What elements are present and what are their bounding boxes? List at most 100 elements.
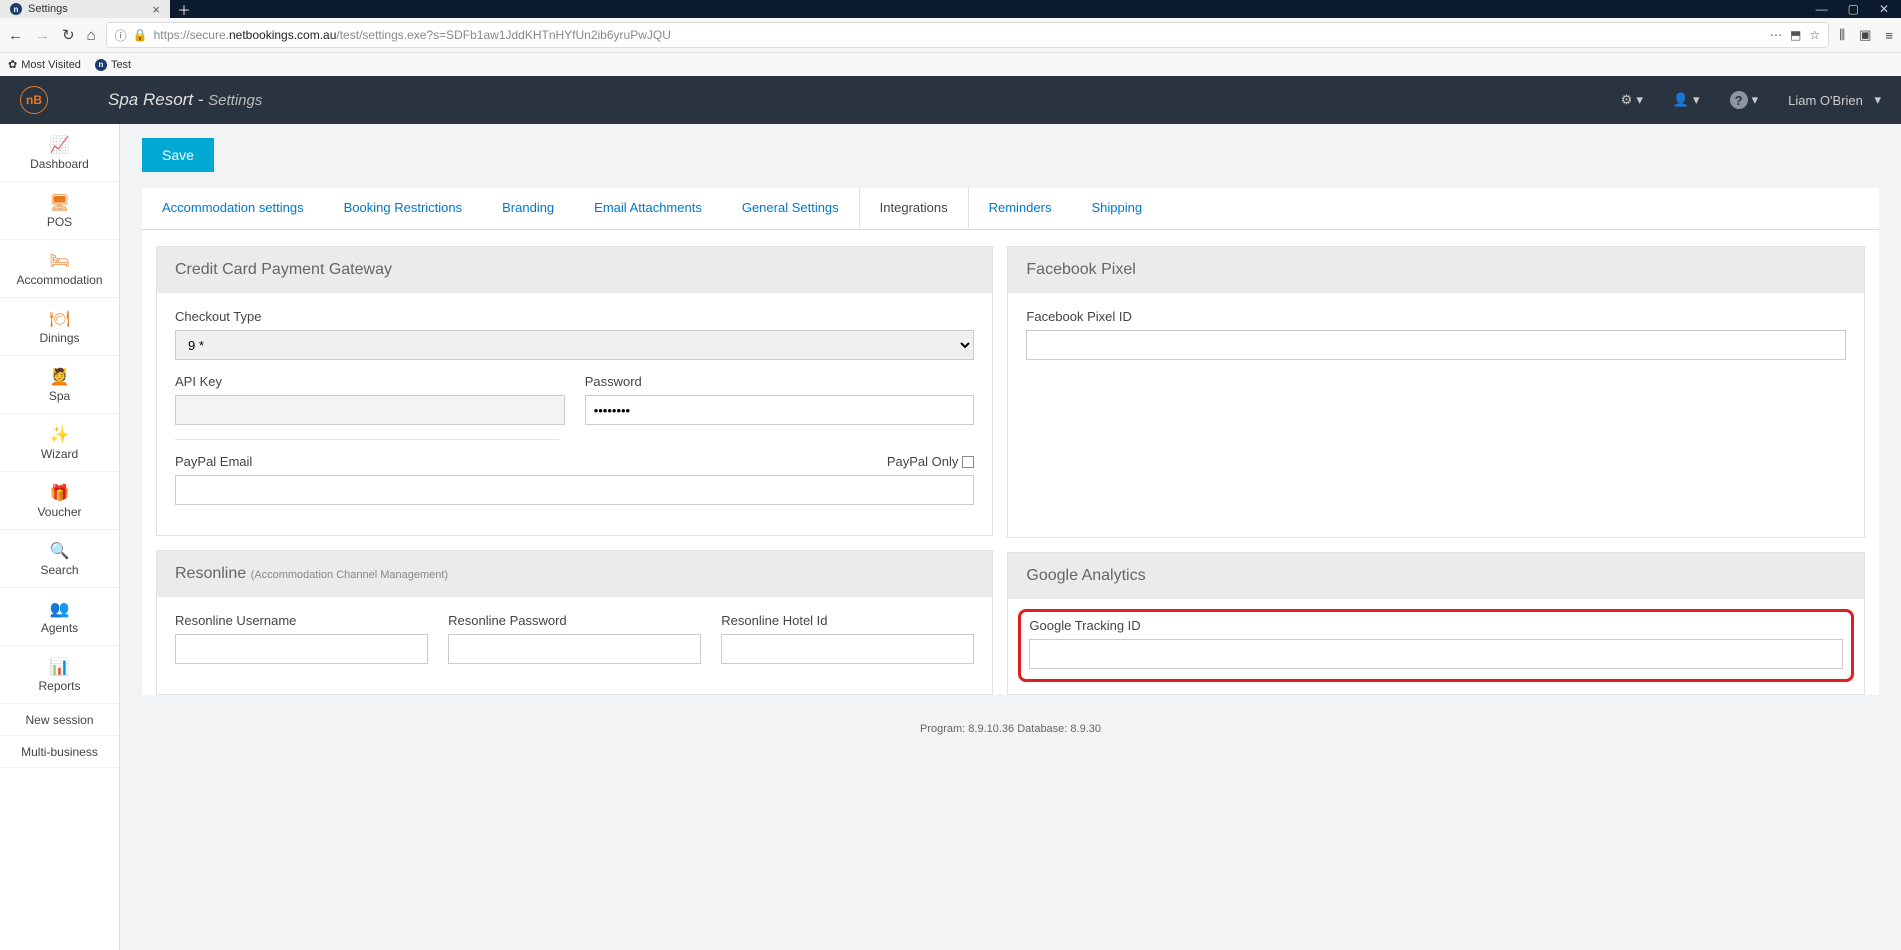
home-icon[interactable]: ⌂ bbox=[87, 27, 96, 44]
paypal-email-input[interactable] bbox=[175, 475, 974, 505]
main-content: Save Accommodation settings Booking Rest… bbox=[120, 124, 1901, 950]
resonline-username-label: Resonline Username bbox=[175, 613, 428, 628]
google-tracking-id-label: Google Tracking ID bbox=[1029, 618, 1843, 633]
resonline-password-input[interactable] bbox=[448, 634, 701, 664]
bookmark-favicon-icon: n bbox=[95, 59, 107, 71]
pocket-icon[interactable]: ⬒ bbox=[1790, 28, 1801, 42]
back-icon[interactable]: ← bbox=[8, 27, 23, 44]
minimize-icon[interactable]: — bbox=[1816, 2, 1828, 16]
sidebar-item-agents[interactable]: 👥Agents bbox=[0, 588, 119, 646]
chevron-down-icon: ▾ bbox=[1752, 92, 1759, 108]
gauge-icon: 📈 bbox=[50, 135, 70, 155]
forward-icon[interactable]: → bbox=[35, 27, 50, 44]
panel-title: Facebook Pixel bbox=[1008, 247, 1864, 293]
tab-close-icon[interactable]: × bbox=[152, 2, 160, 17]
tab-branding[interactable]: Branding bbox=[482, 188, 574, 229]
reload-icon[interactable]: ↻ bbox=[62, 26, 75, 44]
tab-shipping[interactable]: Shipping bbox=[1071, 188, 1162, 229]
paypal-email-label: PayPal Email bbox=[175, 454, 252, 469]
panel-title: Resonline (Accommodation Channel Managem… bbox=[157, 551, 992, 597]
maximize-icon[interactable]: ▢ bbox=[1848, 2, 1859, 16]
bookmarks-bar: ✿ Most Visited n Test bbox=[0, 52, 1901, 76]
footer-version: Program: 8.9.10.36 Database: 8.9.30 bbox=[142, 723, 1879, 735]
tab-booking-restrictions[interactable]: Booking Restrictions bbox=[324, 188, 483, 229]
bookmark-most-visited[interactable]: ✿ Most Visited bbox=[8, 58, 81, 71]
sidebar-item-dashboard[interactable]: 📈Dashboard bbox=[0, 124, 119, 182]
sidebar-item-pos[interactable]: 🖥POS bbox=[0, 182, 119, 240]
paypal-only-checkbox[interactable] bbox=[962, 456, 974, 468]
sidebar-item-spa[interactable]: 💆Spa bbox=[0, 356, 119, 414]
sidebar-item-voucher[interactable]: 🎁Voucher bbox=[0, 472, 119, 530]
password-label: Password bbox=[585, 374, 975, 389]
dining-icon: 🍽 bbox=[49, 309, 69, 329]
paypal-only-label: PayPal Only bbox=[887, 454, 959, 469]
pos-icon: 🖥 bbox=[49, 193, 69, 213]
chart-icon: 📊 bbox=[50, 657, 70, 677]
gear-icon: ⚙ bbox=[1621, 92, 1633, 108]
panel-resonline: Resonline (Accommodation Channel Managem… bbox=[156, 550, 993, 695]
panel-title: Google Analytics bbox=[1008, 553, 1864, 599]
resonline-username-input[interactable] bbox=[175, 634, 428, 664]
agents-icon: 👥 bbox=[50, 599, 70, 619]
tab-reminders[interactable]: Reminders bbox=[969, 188, 1072, 229]
resonline-hotel-id-label: Resonline Hotel Id bbox=[721, 613, 974, 628]
settings-dropdown[interactable]: ⚙▾ bbox=[1621, 92, 1643, 108]
tab-title: Settings bbox=[28, 3, 68, 15]
new-tab-button[interactable]: ＋ bbox=[170, 0, 198, 18]
tab-email-attachments[interactable]: Email Attachments bbox=[574, 188, 722, 229]
sidebar-item-reports[interactable]: 📊Reports bbox=[0, 646, 119, 704]
api-key-input[interactable] bbox=[175, 395, 565, 425]
sidebar-item-accommodation[interactable]: 🛏Accommodation bbox=[0, 240, 119, 298]
sidebar-multi-business[interactable]: Multi-business bbox=[0, 736, 119, 768]
lock-icon: 🔒 bbox=[133, 28, 148, 42]
tab-general-settings[interactable]: General Settings bbox=[722, 188, 859, 229]
app-logo[interactable]: nB bbox=[20, 86, 48, 114]
browser-tab-active[interactable]: n Settings × bbox=[0, 0, 170, 18]
google-tracking-id-input[interactable] bbox=[1029, 639, 1843, 669]
user-dropdown[interactable]: 👤▾ bbox=[1673, 92, 1700, 108]
hamburger-menu-icon[interactable]: ≡ bbox=[1885, 28, 1893, 43]
app-header: nB Spa Resort - Settings ⚙▾ 👤▾ ?▾ Liam O… bbox=[0, 76, 1901, 124]
person-icon: 👤 bbox=[1673, 92, 1689, 108]
help-dropdown[interactable]: ?▾ bbox=[1730, 91, 1759, 109]
search-icon: 🔍 bbox=[50, 541, 70, 561]
highlighted-region: Google Tracking ID bbox=[1018, 609, 1854, 682]
fb-pixel-id-label: Facebook Pixel ID bbox=[1026, 309, 1846, 324]
sidebar-icon[interactable]: ▣ bbox=[1859, 27, 1871, 43]
settings-tabs: Accommodation settings Booking Restricti… bbox=[142, 188, 1879, 230]
tab-accommodation-settings[interactable]: Accommodation settings bbox=[142, 188, 324, 229]
resonline-password-label: Resonline Password bbox=[448, 613, 701, 628]
bookmark-star-icon[interactable]: ☆ bbox=[1809, 28, 1820, 42]
spa-icon: 💆 bbox=[50, 367, 70, 387]
site-info-icon[interactable]: ⓘ bbox=[115, 27, 127, 44]
sidebar-item-wizard[interactable]: ✨Wizard bbox=[0, 414, 119, 472]
bookmark-test[interactable]: n Test bbox=[95, 59, 131, 71]
sidebar-item-search[interactable]: 🔍Search bbox=[0, 530, 119, 588]
panel-title: Credit Card Payment Gateway bbox=[157, 247, 992, 293]
sidebar-new-session[interactable]: New session bbox=[0, 704, 119, 736]
close-window-icon[interactable]: ✕ bbox=[1879, 2, 1889, 16]
more-icon[interactable]: ⋯ bbox=[1770, 28, 1782, 42]
api-key-label: API Key bbox=[175, 374, 565, 389]
library-icon[interactable]: ⫼ bbox=[1839, 27, 1845, 43]
chevron-down-icon: ▾ bbox=[1874, 92, 1881, 108]
browser-toolbar: ← → ↻ ⌂ ⓘ 🔒 https://secure.netbookings.c… bbox=[0, 18, 1901, 52]
resonline-hotel-id-input[interactable] bbox=[721, 634, 974, 664]
help-icon: ? bbox=[1730, 91, 1748, 109]
tab-integrations[interactable]: Integrations bbox=[859, 188, 969, 229]
panel-cc-gateway: Credit Card Payment Gateway Checkout Typ… bbox=[156, 246, 993, 536]
username-dropdown[interactable]: Liam O'Brien ▾ bbox=[1788, 92, 1881, 108]
gift-icon: 🎁 bbox=[50, 483, 70, 503]
sidebar: 📈Dashboard 🖥POS 🛏Accommodation 🍽Dinings … bbox=[0, 124, 120, 950]
chevron-down-icon: ▾ bbox=[1693, 92, 1700, 108]
address-bar[interactable]: ⓘ 🔒 https://secure.netbookings.com.au/te… bbox=[106, 22, 1829, 48]
checkout-type-select[interactable]: 9 * bbox=[175, 330, 974, 360]
cc-password-input[interactable] bbox=[585, 395, 975, 425]
window-controls: — ▢ ✕ bbox=[1804, 0, 1901, 18]
checkout-type-label: Checkout Type bbox=[175, 309, 974, 324]
sidebar-item-dinings[interactable]: 🍽Dinings bbox=[0, 298, 119, 356]
save-button[interactable]: Save bbox=[142, 138, 214, 172]
bed-icon: 🛏 bbox=[49, 251, 69, 271]
fb-pixel-id-input[interactable] bbox=[1026, 330, 1846, 360]
gear-icon: ✿ bbox=[8, 58, 17, 71]
